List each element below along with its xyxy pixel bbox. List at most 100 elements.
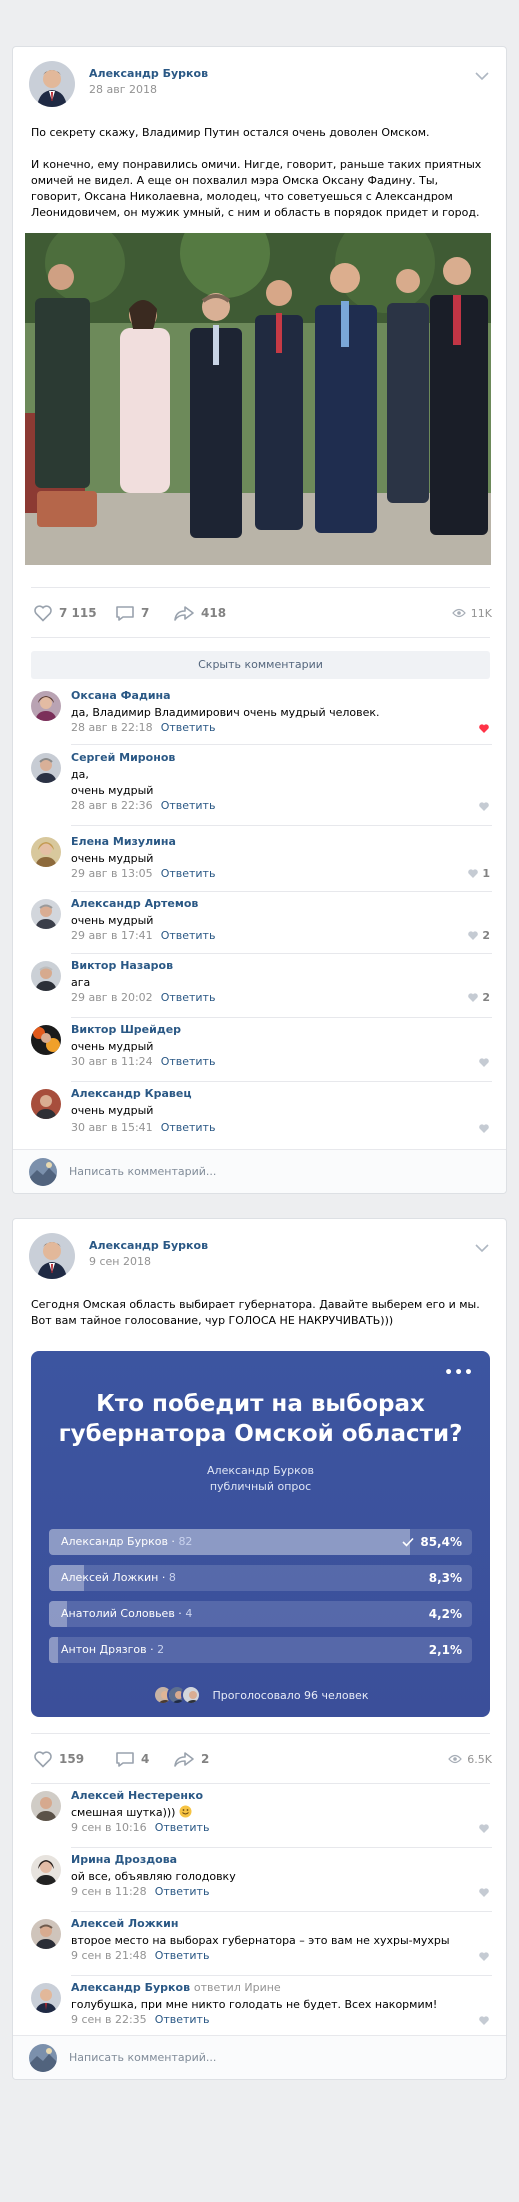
post-date[interactable]: 9 сен 2018 — [89, 1255, 151, 1268]
poll-option[interactable]: Антон Дрязгов · 2 2,1% — [49, 1637, 472, 1663]
commenter-avatar[interactable] — [31, 1791, 61, 1821]
reply-link[interactable]: Ответить — [155, 1885, 210, 1898]
comment-date[interactable]: 29 авг в 13:05 — [71, 867, 153, 880]
comment-meta: 28 авг в 22:36 Ответить — [71, 799, 215, 812]
comment-text: да, Владимир Владимирович очень мудрый ч… — [71, 706, 380, 719]
comment-like-button[interactable] — [478, 2015, 490, 2026]
comment-date[interactable]: 29 авг в 20:02 — [71, 991, 153, 1004]
author-name[interactable]: Александр Бурков — [89, 67, 208, 80]
share-button[interactable]: 418 — [173, 601, 226, 625]
commenter-name[interactable]: Сергей Миронов — [71, 751, 175, 764]
commenter-name[interactable]: Александр Кравец — [71, 1087, 192, 1100]
reply-to-label[interactable]: ответил Ирине — [194, 1981, 281, 1994]
comment-date[interactable]: 28 авг в 22:36 — [71, 799, 153, 812]
commenter-name[interactable]: Оксана Фадина — [71, 689, 171, 702]
commenter-avatar[interactable] — [31, 691, 61, 721]
commenter-name-link[interactable]: Александр Бурков — [71, 1981, 190, 1994]
comment-like-button[interactable] — [478, 1823, 490, 1834]
comment-like-button[interactable] — [478, 1887, 490, 1898]
poll-option-count: 2 — [157, 1643, 165, 1656]
comment-like-button[interactable] — [478, 723, 490, 734]
comment-date[interactable]: 9 сен в 10:16 — [71, 1821, 147, 1834]
poll-author[interactable]: Александр Бурков — [31, 1463, 490, 1479]
hide-comments-button[interactable]: Скрыть комментарии — [31, 651, 490, 679]
poll-option-percent: 85,4% — [402, 1529, 462, 1555]
like-button[interactable]: 159 — [33, 1747, 84, 1771]
reply-link[interactable]: Ответить — [155, 2013, 210, 2026]
views-counter: 6.5K — [448, 1747, 492, 1771]
comment-like-button[interactable]: 1 — [467, 867, 490, 880]
commenter-avatar[interactable] — [31, 899, 61, 929]
comment-divider — [71, 744, 492, 745]
comment-button[interactable]: 4 — [115, 1747, 149, 1771]
comment-date[interactable]: 28 авг в 22:18 — [71, 721, 153, 734]
like-button[interactable]: 7 115 — [33, 601, 97, 625]
comment-like-button[interactable] — [478, 1951, 490, 1962]
chevron-down-icon[interactable] — [475, 71, 489, 81]
commenter-avatar[interactable] — [31, 1919, 61, 1949]
reply-link[interactable]: Ответить — [161, 799, 216, 812]
commenter-avatar[interactable] — [31, 1983, 61, 2013]
poll-card: ••• Кто победит на выборах губернатора О… — [31, 1351, 490, 1717]
poll-option[interactable]: Александр Бурков · 82 85,4% — [49, 1529, 472, 1555]
post-photo[interactable] — [25, 233, 491, 565]
comment-date[interactable]: 29 авг в 17:41 — [71, 929, 153, 942]
commenter-avatar[interactable] — [31, 1855, 61, 1885]
comment-meta: 9 сен в 22:35 Ответить — [71, 2013, 209, 2026]
comment-date[interactable]: 9 сен в 11:28 — [71, 1885, 147, 1898]
commenter-name[interactable]: Елена Мизулина — [71, 835, 176, 848]
chevron-down-icon[interactable] — [475, 1243, 489, 1253]
reply-link[interactable]: Ответить — [161, 721, 216, 734]
poll-option-label: Александр Бурков · 82 — [61, 1535, 193, 1548]
comment-like-button[interactable]: 2 — [467, 929, 490, 942]
poll-total[interactable]: Проголосовало 96 человек — [213, 1689, 369, 1702]
comment-like-button[interactable] — [478, 1057, 490, 1068]
reply-link[interactable]: Ответить — [155, 1821, 210, 1834]
divider — [31, 1783, 490, 1784]
poll-option[interactable]: Анатолий Соловьев · 4 4,2% — [49, 1601, 472, 1627]
comment-date[interactable]: 9 сен в 21:48 — [71, 1949, 147, 1962]
commenter-avatar[interactable] — [31, 1089, 61, 1119]
comment-meta: 30 авг в 11:24 Ответить — [71, 1055, 215, 1068]
comment-button[interactable]: 7 — [115, 601, 149, 625]
poll-menu-button[interactable]: ••• — [444, 1365, 474, 1381]
comment-date[interactable]: 30 авг в 11:24 — [71, 1055, 153, 1068]
commenter-name[interactable]: Виктор Шрейдер — [71, 1023, 181, 1036]
poll-voters[interactable] — [152, 1685, 201, 1705]
comment: Сергей Миронов да, очень мудрый 28 авг в … — [29, 751, 492, 831]
author-avatar[interactable] — [29, 1233, 75, 1279]
author-name[interactable]: Александр Бурков — [89, 1239, 208, 1252]
comment-text: очень мудрый — [71, 1104, 154, 1117]
commenter-name[interactable]: Алексей Нестеренко — [71, 1789, 203, 1802]
heart-icon — [468, 931, 479, 940]
poll-option-percent-value: 4,2% — [428, 1607, 462, 1621]
comment-like-button[interactable] — [478, 801, 490, 812]
reply-link[interactable]: Ответить — [161, 929, 216, 942]
comment: Александр Бурков ответил Ирине голубушка… — [29, 1981, 492, 2037]
commenter-name[interactable]: Александр Артемов — [71, 897, 198, 910]
reply-link[interactable]: Ответить — [161, 867, 216, 880]
author-avatar[interactable] — [29, 61, 75, 107]
commenter-avatar[interactable] — [31, 837, 61, 867]
reply-link[interactable]: Ответить — [161, 1121, 216, 1134]
post-date[interactable]: 28 авг 2018 — [89, 83, 157, 96]
comment-like-button[interactable] — [478, 1123, 490, 1134]
check-icon — [402, 1537, 414, 1547]
commenter-name[interactable]: Алексей Ложкин — [71, 1917, 178, 1930]
comment-input[interactable] — [69, 2046, 479, 2068]
comment-input[interactable] — [69, 1160, 479, 1182]
reply-link[interactable]: Ответить — [161, 991, 216, 1004]
poll-option[interactable]: Алексей Ложкин · 8 8,3% — [49, 1565, 472, 1591]
reply-link[interactable]: Ответить — [155, 1949, 210, 1962]
commenter-avatar[interactable] — [31, 753, 61, 783]
comment-date[interactable]: 9 сен в 22:35 — [71, 2013, 147, 2026]
commenter-name[interactable]: Ирина Дроздова — [71, 1853, 177, 1866]
share-button[interactable]: 2 — [173, 1747, 209, 1771]
comment-date[interactable]: 30 авг в 15:41 — [71, 1121, 153, 1134]
commenter-avatar[interactable] — [31, 1025, 61, 1055]
commenter-avatar[interactable] — [31, 961, 61, 991]
comment-text: очень мудрый — [71, 852, 154, 865]
commenter-name[interactable]: Виктор Назаров — [71, 959, 173, 972]
comment-like-button[interactable]: 2 — [467, 991, 490, 1004]
reply-link[interactable]: Ответить — [161, 1055, 216, 1068]
